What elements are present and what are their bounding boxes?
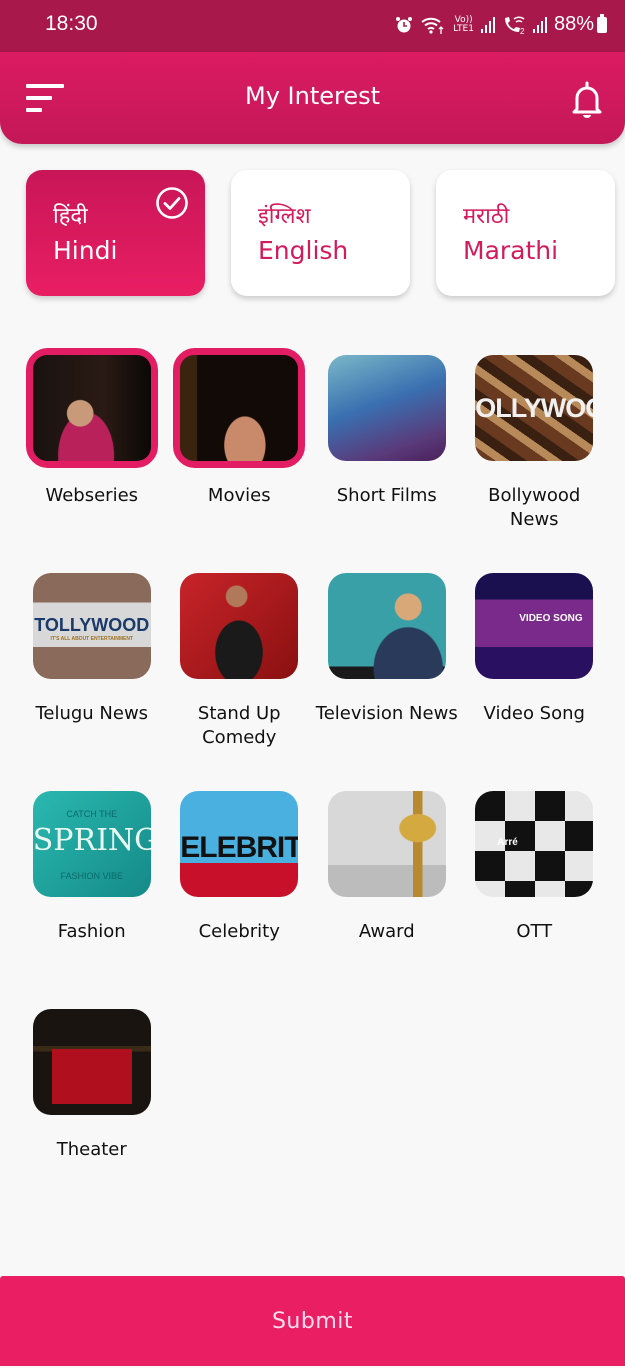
video-song-image: VIDEO SONG bbox=[475, 573, 594, 679]
theater-image bbox=[32, 1009, 151, 1115]
status-icons: Vo)) LTE1 2 88% bbox=[395, 13, 607, 36]
category-label: Webseries bbox=[45, 485, 139, 506]
category-thumbnail-frame bbox=[321, 566, 453, 686]
award-image bbox=[327, 791, 446, 897]
celebrity-image: ELEBRIT bbox=[180, 791, 299, 897]
ott-image: Arré bbox=[475, 791, 594, 897]
category-thumbnail-frame bbox=[321, 348, 453, 468]
language-card-hindi[interactable]: हिंदी Hindi bbox=[26, 170, 205, 296]
category-video-song[interactable]: VIDEO SONG Video Song bbox=[461, 566, 609, 754]
svg-text:2: 2 bbox=[520, 27, 525, 35]
category-television-news[interactable]: Television News bbox=[313, 566, 461, 754]
status-bar: 18:30 Vo)) LTE1 2 88% bbox=[0, 0, 625, 52]
category-thumbnail-frame: VIDEO SONG bbox=[468, 566, 600, 686]
thumbnail-subtext: IT'S ALL ABOUT ENTERTAINMENT bbox=[50, 636, 134, 642]
category-grid: Webseries Movies Short Films OLLYWOO Bol… bbox=[18, 348, 608, 1190]
category-label: OTT bbox=[516, 921, 553, 942]
language-card-marathi[interactable]: मराठी Marathi bbox=[436, 170, 615, 296]
category-award[interactable]: Award bbox=[313, 784, 461, 972]
category-thumbnail-frame: CATCH THE SPRING FASHION VIBE bbox=[26, 784, 158, 904]
app-bar: My Interest bbox=[0, 52, 625, 144]
category-label: Telugu News bbox=[35, 703, 149, 724]
category-thumbnail-frame: Arré bbox=[468, 784, 600, 904]
category-label: Video Song bbox=[483, 703, 585, 724]
category-thumbnail-frame: TOLLYWOOD IT'S ALL ABOUT ENTERTAINMENT bbox=[26, 566, 158, 686]
fashion-image: CATCH THE SPRING FASHION VIBE bbox=[32, 791, 151, 897]
thumbnail-pretext: CATCH THE bbox=[66, 809, 118, 819]
page-title: My Interest bbox=[244, 82, 381, 110]
category-thumbnail-frame bbox=[25, 348, 158, 468]
submit-button[interactable]: Submit bbox=[0, 1276, 625, 1366]
category-label: Celebrity bbox=[198, 921, 280, 942]
bell-icon[interactable] bbox=[569, 80, 605, 118]
language-label: Marathi bbox=[463, 236, 559, 265]
status-time: 18:30 bbox=[45, 12, 98, 35]
category-movies[interactable]: Movies bbox=[166, 348, 314, 536]
category-celebrity[interactable]: ELEBRIT Celebrity bbox=[166, 784, 314, 972]
webseries-image bbox=[32, 355, 151, 461]
movies-image bbox=[180, 355, 299, 461]
category-label: Bollywood News bbox=[488, 485, 581, 530]
battery-percent: 88% bbox=[553, 13, 594, 35]
signal-icon bbox=[480, 16, 495, 33]
category-thumbnail-frame: ELEBRIT bbox=[173, 784, 305, 904]
category-telugu-news[interactable]: TOLLYWOOD IT'S ALL ABOUT ENTERTAINMENT T… bbox=[18, 566, 166, 754]
category-short-films[interactable]: Short Films bbox=[313, 348, 461, 536]
volte-lte1-icon: Vo)) LTE1 bbox=[453, 14, 474, 34]
language-label: English bbox=[258, 236, 349, 265]
thumbnail-text: TOLLYWOOD bbox=[34, 615, 150, 635]
category-theater[interactable]: Theater bbox=[18, 1002, 166, 1190]
category-label: Fashion bbox=[57, 921, 126, 942]
category-thumbnail-frame bbox=[321, 784, 453, 904]
category-label: Stand Up Comedy bbox=[197, 703, 281, 748]
stand-up-comedy-image bbox=[180, 573, 299, 679]
category-thumbnail-frame bbox=[173, 566, 305, 686]
language-label: Hindi bbox=[53, 236, 118, 265]
signal-icon bbox=[532, 16, 547, 33]
language-selector: हिंदी Hindi इंग्लिश English मराठी Marath… bbox=[26, 170, 615, 296]
category-bollywood-news[interactable]: OLLYWOO Bollywood News bbox=[461, 348, 609, 536]
category-stand-up-comedy[interactable]: Stand Up Comedy bbox=[166, 566, 314, 754]
language-card-english[interactable]: इंग्लिश English bbox=[231, 170, 410, 296]
wifi-calling-icon: 2 bbox=[504, 16, 525, 35]
category-label: Short Films bbox=[336, 485, 437, 506]
short-films-image bbox=[327, 355, 446, 461]
alarm-icon bbox=[396, 16, 413, 32]
television-news-image bbox=[327, 573, 446, 679]
category-fashion[interactable]: CATCH THE SPRING FASHION VIBE Fashion bbox=[18, 784, 166, 972]
language-native-label: हिंदी bbox=[53, 204, 88, 229]
thumbnail-text: OLLYWOO bbox=[475, 393, 594, 423]
category-label: Movies bbox=[207, 485, 271, 506]
thumbnail-subtext: FASHION VIBE bbox=[60, 871, 124, 881]
battery-icon bbox=[597, 13, 607, 33]
telugu-news-image: TOLLYWOOD IT'S ALL ABOUT ENTERTAINMENT bbox=[32, 573, 151, 679]
category-label: Theater bbox=[56, 1139, 127, 1160]
bollywood-news-image: OLLYWOO bbox=[475, 355, 594, 461]
thumbnail-text: SPRING bbox=[32, 823, 151, 858]
category-label: Award bbox=[358, 921, 415, 942]
check-circle-icon bbox=[156, 187, 188, 219]
category-thumbnail-frame: OLLYWOO bbox=[468, 348, 600, 468]
category-label: Television News bbox=[315, 703, 458, 724]
language-native-label: इंग्लिश bbox=[258, 204, 311, 229]
category-thumbnail-frame bbox=[26, 1002, 158, 1122]
category-ott[interactable]: Arré OTT bbox=[461, 784, 609, 972]
category-webseries[interactable]: Webseries bbox=[18, 348, 166, 536]
category-thumbnail-frame bbox=[173, 348, 306, 468]
thumbnail-text: VIDEO SONG bbox=[519, 613, 583, 624]
thumbnail-text: Arré bbox=[497, 837, 518, 848]
language-native-label: मराठी bbox=[463, 204, 510, 229]
wifi-icon bbox=[421, 17, 444, 34]
thumbnail-text: ELEBRIT bbox=[180, 831, 299, 864]
